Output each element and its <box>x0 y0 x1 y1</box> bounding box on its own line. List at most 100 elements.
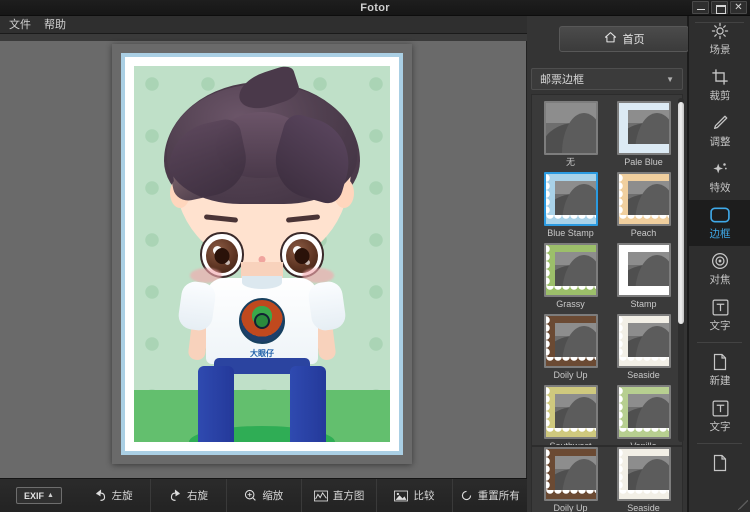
sleeve-right <box>306 279 348 333</box>
frame-thumbnail-image <box>618 103 669 153</box>
text-box-icon <box>712 297 729 317</box>
frames-scrollbar[interactable] <box>678 98 684 442</box>
minimize-button[interactable] <box>692 1 709 14</box>
rotate-right-label: 右旋 <box>186 490 208 502</box>
frames-panel: 首页 邮票边框 ▼ 无 Pale Blue Blue Stamp Peach Grass… <box>527 16 689 512</box>
frame-thumbnail[interactable]: Grassy <box>536 243 605 310</box>
frame-thumbnail-image <box>618 245 669 295</box>
frame-band-bottom <box>618 144 669 153</box>
rail-item-crop[interactable]: 裁剪 <box>689 62 750 108</box>
maximize-button[interactable] <box>711 1 728 14</box>
frame-category-dropdown[interactable]: 邮票边框 ▼ <box>531 68 683 90</box>
rail-items: 场景裁剪 调整 特效 边框 对焦 文字 <box>689 16 750 338</box>
frame-category-value: 邮票边框 <box>540 74 584 86</box>
rotate-left-icon <box>94 489 107 502</box>
frame-thumbnail-preview[interactable] <box>616 447 671 501</box>
frame-thumbnail-preview[interactable] <box>616 243 671 297</box>
zoom-button[interactable]: 缩放 <box>225 478 301 512</box>
page-icon <box>712 352 728 372</box>
frame-thumbnail-image <box>618 174 669 224</box>
collar <box>242 276 282 289</box>
exif-button[interactable]: EXIF ▲ <box>16 487 62 504</box>
frame-thumbnail-preview[interactable] <box>543 172 598 226</box>
rail-item-page[interactable]: 新建 <box>689 347 750 393</box>
menu-file[interactable]: 文件 <box>9 16 31 34</box>
compare-label: 比较 <box>413 490 435 502</box>
frame-thumbnail-image <box>545 245 596 295</box>
histogram-label: 直方图 <box>332 490 365 502</box>
frame-band-bottom <box>618 286 669 295</box>
pupil-right <box>294 247 310 264</box>
frame-thumbnail-preview[interactable] <box>616 314 671 368</box>
crop-icon <box>711 67 729 87</box>
reset-all-button[interactable]: 重置所有 <box>451 478 527 512</box>
leg-left <box>198 366 234 442</box>
frame-thumbnail[interactable]: Seaside <box>609 314 678 381</box>
reset-all-label: 重置所有 <box>477 490 520 502</box>
frame-overlay <box>618 245 669 295</box>
frame-thumbnail[interactable]: Blue Stamp <box>536 172 605 239</box>
frame-thumbnail-image <box>618 316 669 366</box>
rail-item-text-box[interactable]: 文字 <box>689 393 750 439</box>
photo-content: 大眼仔 <box>134 66 390 442</box>
frame-band-bottom <box>618 490 669 499</box>
frame-thumbnail-preview[interactable] <box>616 101 671 155</box>
compare-button[interactable]: 比较 <box>376 478 451 512</box>
frame-thumbnail[interactable]: Doily Up <box>536 447 605 512</box>
rotate-left-button[interactable]: 左旋 <box>76 479 150 512</box>
histogram-button[interactable]: 直方图 <box>300 478 376 512</box>
frame-thumbnail-label: Stamp <box>630 299 657 309</box>
frame-thumbnail-preview[interactable] <box>543 243 598 297</box>
rail-item-sparkle[interactable]: 特效 <box>689 154 750 200</box>
rail-item-focus[interactable]: 对焦 <box>689 246 750 292</box>
frame-thumbnail-preview[interactable] <box>543 385 598 439</box>
frame-thumbnail[interactable]: Vanilla <box>609 385 678 445</box>
canvas-top-strip <box>0 34 527 41</box>
frame-thumbnail[interactable]: Seaside <box>609 447 678 512</box>
frame-thumbnail-preview[interactable] <box>616 172 671 226</box>
home-button[interactable]: 首页 <box>559 26 689 52</box>
canvas-area[interactable]: 大眼仔 <box>0 34 527 478</box>
frame-thumbnail-list[interactable]: 无 Pale Blue Blue Stamp Peach Grassy Stamp Doil… <box>531 94 683 446</box>
reset-icon <box>460 489 473 502</box>
edited-image[interactable]: 大眼仔 <box>112 44 412 464</box>
frame-overlay <box>545 245 596 295</box>
frames-scrollbar-thumb[interactable] <box>678 102 684 324</box>
frame-thumbnail[interactable]: Doily Up <box>536 314 605 381</box>
stamp-perforation-bottom <box>112 455 412 464</box>
frame-thumbnail[interactable]: Stamp <box>609 243 678 310</box>
frame-thumbnail-preview[interactable] <box>616 385 671 439</box>
menu-help[interactable]: 帮助 <box>44 16 66 34</box>
home-icon <box>604 31 617 47</box>
exif-label: EXIF <box>24 490 45 501</box>
frame-thumbnail[interactable]: Pale Blue <box>609 101 678 168</box>
rail-item-text-box[interactable]: 文字 <box>689 292 750 338</box>
frame-thumbnail[interactable]: Southwest <box>536 385 605 445</box>
rail-item-partial[interactable] <box>689 448 750 478</box>
frame-thumbnail[interactable]: 无 <box>536 101 605 168</box>
frame-band-bottom <box>618 215 669 224</box>
zoom-label: 缩放 <box>262 490 284 502</box>
frame-overlay <box>545 316 596 366</box>
frame-overlay <box>618 449 669 499</box>
rail-item-label: 场景 <box>709 44 731 56</box>
resize-grip[interactable] <box>738 500 748 510</box>
frame-thumbnail-image <box>545 449 596 499</box>
close-button[interactable]: ✕ <box>730 1 747 14</box>
frame-band-bottom <box>545 357 596 366</box>
frame-thumbnail-preview[interactable] <box>543 447 598 501</box>
rail-item-frame[interactable]: 边框 <box>689 200 750 246</box>
duplicate-frame-panel[interactable]: Doily UpSeasideSouthwestVanilla <box>531 446 683 512</box>
rail-divider-bottom <box>697 443 742 444</box>
rotate-right-button[interactable]: 右旋 <box>150 478 225 512</box>
rotate-left-label: 左旋 <box>111 490 133 502</box>
frame-thumbnail-preview[interactable] <box>543 101 598 155</box>
frame-thumbnail[interactable]: Peach <box>609 172 678 239</box>
frame-thumbnail-preview[interactable] <box>543 314 598 368</box>
frame-overlay <box>545 449 596 499</box>
frame-overlay <box>545 174 596 224</box>
rail-item-sun-scene[interactable]: 场景 <box>689 16 750 62</box>
rail-item-pencil[interactable]: 调整 <box>689 108 750 154</box>
compare-icon <box>394 490 409 502</box>
rail-item-label: 文字 <box>709 421 731 433</box>
